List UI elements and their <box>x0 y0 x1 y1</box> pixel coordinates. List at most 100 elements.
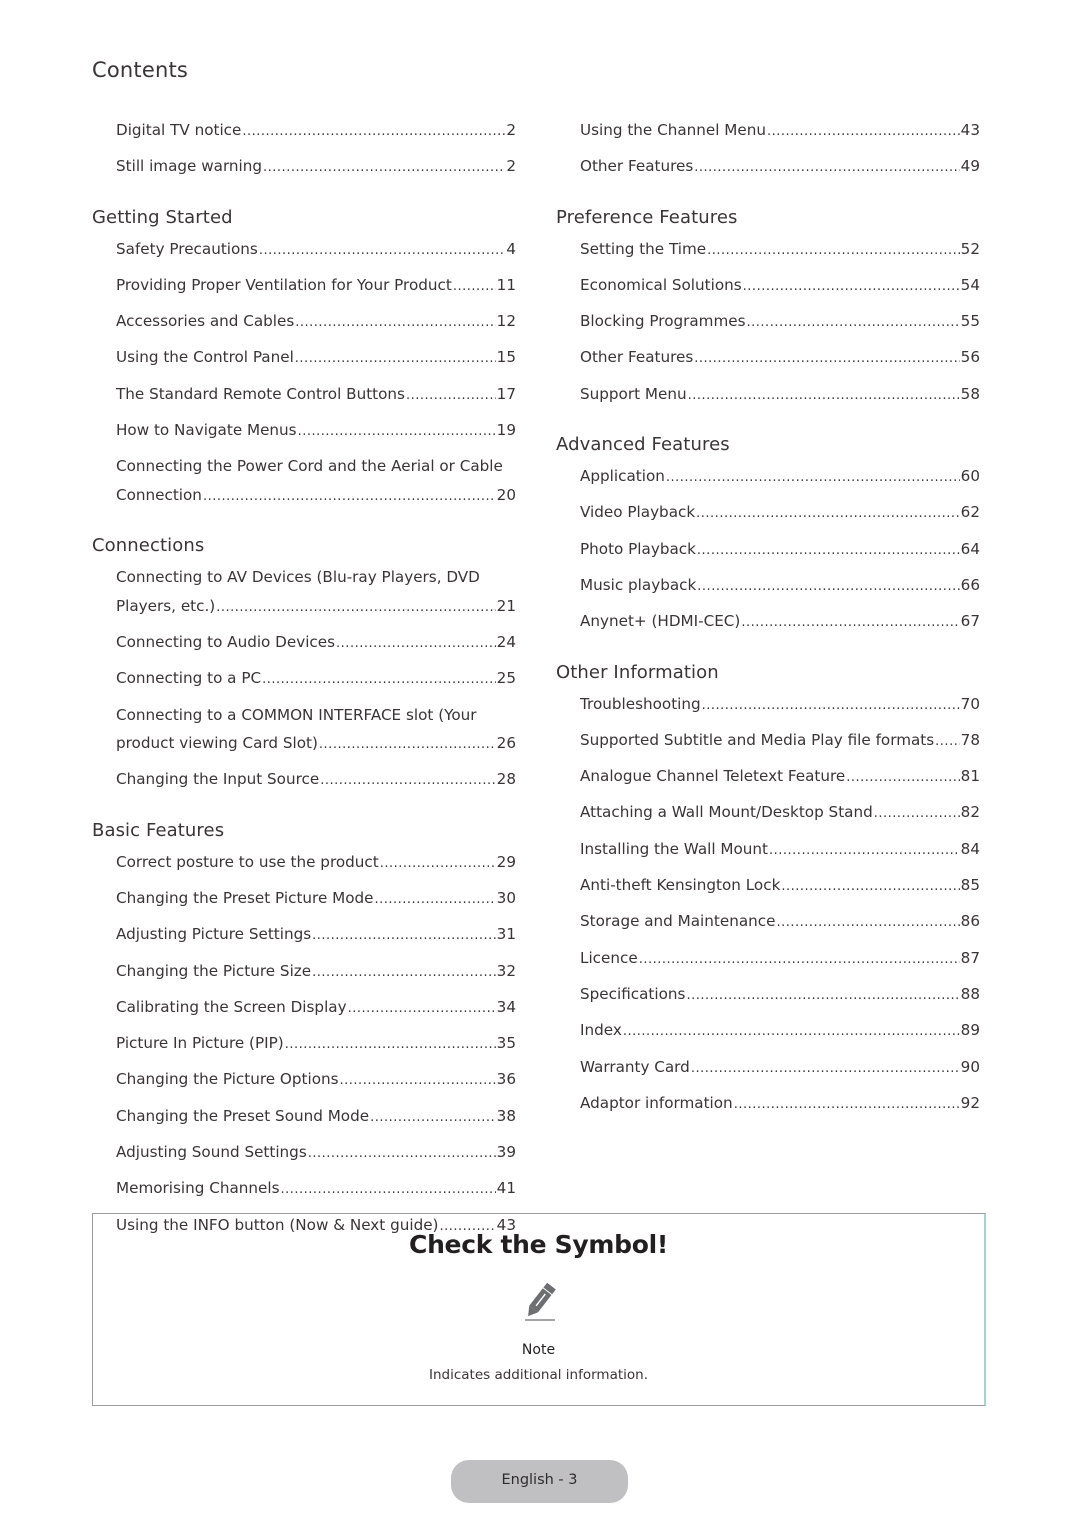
toc-entry[interactable]: Changing the Picture Options 36 <box>116 1065 516 1101</box>
toc-entry[interactable]: Other Features 56 <box>580 343 980 379</box>
toc-entry[interactable]: Connecting to a PC 25 <box>116 664 516 700</box>
dot-leader <box>747 309 960 338</box>
symbol-box-title: Check the Symbol! <box>409 1230 668 1259</box>
toc-entry[interactable]: Correct posture to use the product 29 <box>116 848 516 884</box>
toc-entry[interactable]: Calibrating the Screen Display 34 <box>116 993 516 1029</box>
toc-entry[interactable]: Application 60 <box>580 462 980 498</box>
toc-entry[interactable]: Safety Precautions 4 <box>116 235 516 271</box>
toc-entry[interactable]: Troubleshooting 70 <box>580 690 980 726</box>
toc-entry-label: Other Features <box>580 348 694 367</box>
toc-entry-label: Economical Solutions <box>580 275 742 294</box>
toc-entry[interactable]: Accessories and Cables 12 <box>116 307 516 343</box>
toc-entry[interactable]: Memorising Channels 41 <box>116 1174 516 1210</box>
dot-leader <box>370 1104 496 1133</box>
toc-entry[interactable]: Blocking Programmes 55 <box>580 307 980 343</box>
toc-entry[interactable]: How to Navigate Menus 19 <box>116 416 516 452</box>
toc-entry[interactable]: Still image warning 2 <box>116 152 516 188</box>
toc-entry-label: Memorising Channels <box>116 1179 280 1198</box>
toc-entry-label: How to Navigate Menus <box>116 421 297 440</box>
toc-entry-page-number: 26 <box>496 734 516 753</box>
toc-entry-label: Video Playback <box>580 503 696 522</box>
dot-leader <box>874 800 960 829</box>
toc-entry[interactable]: Anti-theft Kensington Lock 85 <box>580 871 980 907</box>
dot-leader <box>203 483 496 512</box>
toc-entry[interactable]: Connecting to AV Devices (Blu-ray Player… <box>116 563 516 628</box>
toc-entry[interactable]: Storage and Maintenance 86 <box>580 907 980 943</box>
toc-entry[interactable]: Connecting the Power Cord and the Aerial… <box>116 452 516 517</box>
toc-entry[interactable]: Installing the Wall Mount 84 <box>580 835 980 871</box>
toc-entry-label: Anynet+ (HDMI-CEC) <box>580 612 741 631</box>
toc-entry[interactable]: Other Features 49 <box>580 152 980 188</box>
section-heading[interactable]: Connections <box>92 529 516 563</box>
toc-entry[interactable]: Index 89 <box>580 1016 980 1052</box>
toc-entry[interactable]: Changing the Preset Sound Mode 38 <box>116 1102 516 1138</box>
toc-entry[interactable]: Photo Playback 64 <box>580 535 980 571</box>
toc-entry-label: Changing the Picture Options <box>116 1070 339 1089</box>
dot-leader <box>380 850 496 879</box>
toc-entry-page-number: 56 <box>960 348 980 367</box>
toc-entry-page-number: 41 <box>496 1179 516 1198</box>
toc-entry[interactable]: Changing the Input Source 28 <box>116 765 516 801</box>
toc-entry[interactable]: Music playback 66 <box>580 571 980 607</box>
toc-entry-page-number: 49 <box>960 157 980 176</box>
section-heading[interactable]: Getting Started <box>92 201 516 235</box>
toc-entry[interactable]: The Standard Remote Control Buttons 17 <box>116 380 516 416</box>
toc-section: Connections Connecting to AV Devices (Blu… <box>92 529 516 801</box>
toc-entry[interactable]: Attaching a Wall Mount/Desktop Stand 82 <box>580 798 980 834</box>
section-heading[interactable]: Advanced Features <box>556 428 980 462</box>
toc-entry[interactable]: Support Menu 58 <box>580 380 980 416</box>
toc-entry-page-number: 12 <box>496 312 516 331</box>
toc-left-column: Digital TV notice 2 Still image warning 2 Ge… <box>92 116 516 1259</box>
toc-entry-page-number: 2 <box>506 157 516 176</box>
toc-entry[interactable]: Adaptor information 92 <box>580 1089 980 1125</box>
toc-entry[interactable]: Warranty Card 90 <box>580 1053 980 1089</box>
toc-entry[interactable]: Supported Subtitle and Media Play file f… <box>580 726 980 762</box>
toc-entry-page-number: 35 <box>496 1034 516 1053</box>
toc-entry-label: Still image warning <box>116 157 263 176</box>
toc-entry[interactable]: Digital TV notice 2 <box>116 116 516 152</box>
toc-entry[interactable]: Connecting to Audio Devices 24 <box>116 628 516 664</box>
toc-entry-page-number: 36 <box>496 1070 516 1089</box>
toc-entry[interactable]: Changing the Picture Size 32 <box>116 957 516 993</box>
dot-leader <box>319 731 496 760</box>
dot-leader <box>935 728 960 757</box>
dot-leader <box>295 345 496 374</box>
toc-entry[interactable]: Analogue Channel Teletext Feature 81 <box>580 762 980 798</box>
dot-leader <box>259 237 505 266</box>
section-heading[interactable]: Preference Features <box>556 201 980 235</box>
section-heading[interactable]: Basic Features <box>92 814 516 848</box>
toc-entry[interactable]: Adjusting Picture Settings 31 <box>116 920 516 956</box>
toc-entry[interactable]: Anynet+ (HDMI-CEC) 67 <box>580 607 980 643</box>
toc-entry[interactable]: Video Playback 62 <box>580 498 980 534</box>
toc-entry[interactable]: Using the Channel Menu 43 <box>580 116 980 152</box>
toc-entry-label: Adjusting Sound Settings <box>116 1143 307 1162</box>
toc-entry-page-number: 89 <box>960 1021 980 1040</box>
dot-leader <box>340 1067 496 1096</box>
toc-entry[interactable]: Connecting to a COMMON INTERFACE slot (Y… <box>116 701 516 766</box>
toc-right-column: Using the Channel Menu 43 Other Features 49… <box>556 116 980 1137</box>
dot-leader <box>741 609 959 638</box>
toc-entry[interactable]: Licence 87 <box>580 944 980 980</box>
toc-entry-label: Music playback <box>580 575 697 594</box>
toc-entry-label: Support Menu <box>580 384 687 403</box>
toc-entry-page-number: 88 <box>960 984 980 1003</box>
toc-entry-label: Licence <box>580 948 638 967</box>
toc-entry[interactable]: Setting the Time 52 <box>580 235 980 271</box>
toc-entry[interactable]: Picture In Picture (PIP) 35 <box>116 1029 516 1065</box>
toc-entry-label: The Standard Remote Control Buttons <box>116 384 405 403</box>
toc-entry-page-number: 2 <box>506 121 516 139</box>
toc-entry[interactable]: Providing Proper Ventilation for Your Pr… <box>116 271 516 307</box>
toc-entry[interactable]: Adjusting Sound Settings 39 <box>116 1138 516 1174</box>
toc-entry-label: Adjusting Picture Settings <box>116 925 312 944</box>
dot-leader <box>694 345 959 374</box>
toc-entry[interactable]: Using the Control Panel 15 <box>116 343 516 379</box>
toc-entry-label-line1: Connecting the Power Cord and the Aerial… <box>116 457 503 476</box>
toc-entry[interactable]: Changing the Preset Picture Mode 30 <box>116 884 516 920</box>
toc-entry-label: Correct posture to use the product <box>116 852 379 871</box>
toc-entry-label: product viewing Card Slot) <box>116 734 318 753</box>
toc-entry-page-number: 54 <box>960 275 980 294</box>
toc-entry[interactable]: Specifications 88 <box>580 980 980 1016</box>
toc-entry[interactable]: Economical Solutions 54 <box>580 271 980 307</box>
toc-entry-label: Blocking Programmes <box>580 312 746 331</box>
section-heading[interactable]: Other Information <box>556 656 980 690</box>
